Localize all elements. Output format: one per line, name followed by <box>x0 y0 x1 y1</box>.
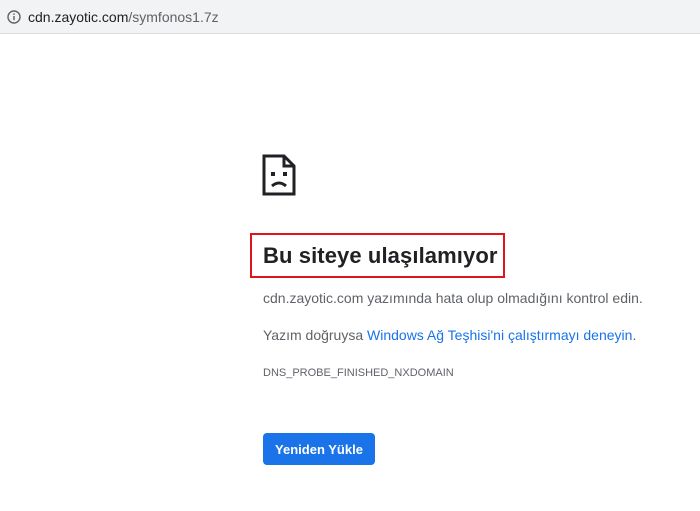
url-path: /symfonos1.7z <box>128 9 219 25</box>
error-message-2-suffix: . <box>632 327 637 343</box>
network-diagnostics-link[interactable]: Windows Ağ Teşhisi'ni çalıştırmayı deney… <box>367 327 632 343</box>
error-code: DNS_PROBE_FINISHED_NXDOMAIN <box>263 367 454 379</box>
error-message-1: cdn.zayotic.com yazımında hata olup olma… <box>263 290 643 306</box>
url-host: cdn.zayotic.com <box>28 9 129 25</box>
page-title: Bu siteye ulaşılamıyor <box>263 243 498 268</box>
address-bar[interactable]: cdn.zayotic.com/symfonos1.7z <box>0 0 700 34</box>
reload-button[interactable]: Yeniden Yükle <box>263 433 375 465</box>
info-icon[interactable] <box>7 10 21 24</box>
sad-page-icon <box>261 153 297 197</box>
error-message-2: Yazım doğruysa Windows Ağ Teşhisi'ni çal… <box>263 327 636 343</box>
error-message-2-prefix: Yazım doğruysa <box>263 327 368 343</box>
url-text[interactable]: cdn.zayotic.com/symfonos1.7z <box>28 9 219 25</box>
